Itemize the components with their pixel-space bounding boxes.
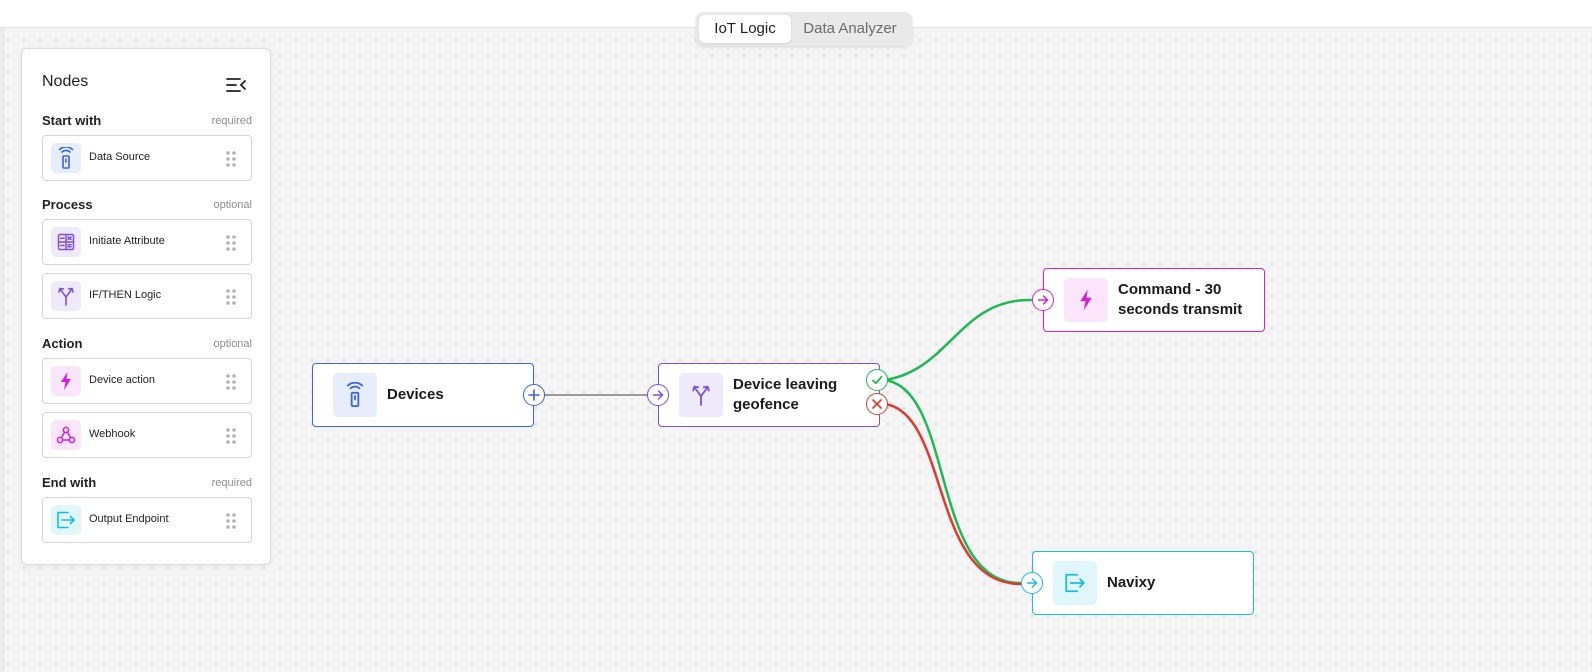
branch-icon [679,373,723,417]
add-output-port[interactable] [523,384,545,406]
palette-item-label: IF/THEN Logic [89,289,162,301]
edge-geofence-true-to-command[interactable] [884,298,1033,382]
close-icon [872,399,882,409]
arrow-right-icon [1026,578,1038,588]
section-name: End with [42,475,97,490]
tab-iot-logic[interactable]: IoT Logic [699,15,791,43]
section-name: Action [42,336,83,351]
input-port[interactable] [647,384,669,406]
palette-item-if-then-logic[interactable]: IF/THEN Logic [42,273,252,319]
broadcast-tower-icon [333,373,377,417]
palette-item-webhook[interactable]: Webhook [42,412,252,458]
palette-item-label: Webhook [89,428,136,440]
node-title: Navixy [1107,573,1156,591]
node-title: Devices [387,385,444,403]
flow-node-device-leaving-geofence[interactable]: Device leaving geofence [658,363,880,427]
false-output-port[interactable] [866,393,888,415]
section-optional-tag: optional [213,199,252,211]
exit-arrow-icon [1053,561,1097,605]
check-icon [872,375,883,385]
arrow-right-icon [1037,295,1049,305]
palette-item-data-source[interactable]: Data Source [42,135,252,181]
flow-node-navixy[interactable]: Navixy [1032,551,1254,615]
section-required-tag: required [211,477,252,489]
palette-item-label: Output Endpoint [89,513,169,525]
section-required-tag: required [211,115,252,127]
palette-item-output-endpoint[interactable]: Output Endpoint [42,497,252,543]
flow-node-devices[interactable]: Devices [312,363,534,427]
edge-geofence-true-to-navixy[interactable] [884,378,1023,585]
collapse-panel-icon[interactable] [226,77,246,93]
true-output-port[interactable] [866,369,888,391]
section-action: Action optional [42,336,252,352]
edge-geofence-false-to-navixy[interactable] [884,402,1023,586]
lightning-icon [1064,278,1108,322]
section-process: Process optional [42,197,252,213]
palette-item-label: Device action [89,374,156,386]
nodes-panel: Nodes Start with required Data Source Pr… [21,48,271,565]
section-name: Start with [42,113,102,128]
palette-item-label: Initiate Attribute [89,235,165,247]
left-edge-strip [0,28,5,672]
drag-handle-icon[interactable] [225,373,237,391]
section-optional-tag: optional [213,338,252,350]
calculator-icon [51,227,81,257]
section-start-with: Start with required [42,113,252,129]
palette-item-label: Data Source [89,151,151,163]
broadcast-tower-icon [51,143,81,173]
drag-handle-icon[interactable] [225,234,237,252]
branch-icon [51,281,81,311]
tab-data-analyzer[interactable]: Data Analyzer [791,15,909,43]
mode-tabs: IoT Logic Data Analyzer [696,12,912,46]
palette-item-device-action[interactable]: Device action [42,358,252,404]
node-title: Command - 30 seconds transmit [1118,280,1243,318]
exit-arrow-icon [51,505,81,535]
webhook-icon [51,420,81,450]
lightning-icon [51,366,81,396]
arrow-right-icon [652,390,664,400]
plus-icon [528,389,540,401]
panel-title: Nodes [42,73,89,90]
palette-item-initiate-attribute[interactable]: Initiate Attribute [42,219,252,265]
section-name: Process [42,197,93,212]
drag-handle-icon[interactable] [225,512,237,530]
drag-handle-icon[interactable] [225,427,237,445]
drag-handle-icon[interactable] [225,288,237,306]
flow-node-command[interactable]: Command - 30 seconds transmit [1043,268,1265,332]
input-port[interactable] [1032,289,1054,311]
section-end-with: End with required [42,475,252,491]
drag-handle-icon[interactable] [225,150,237,168]
node-title: Device leaving geofence [733,375,838,413]
input-port[interactable] [1021,572,1043,594]
